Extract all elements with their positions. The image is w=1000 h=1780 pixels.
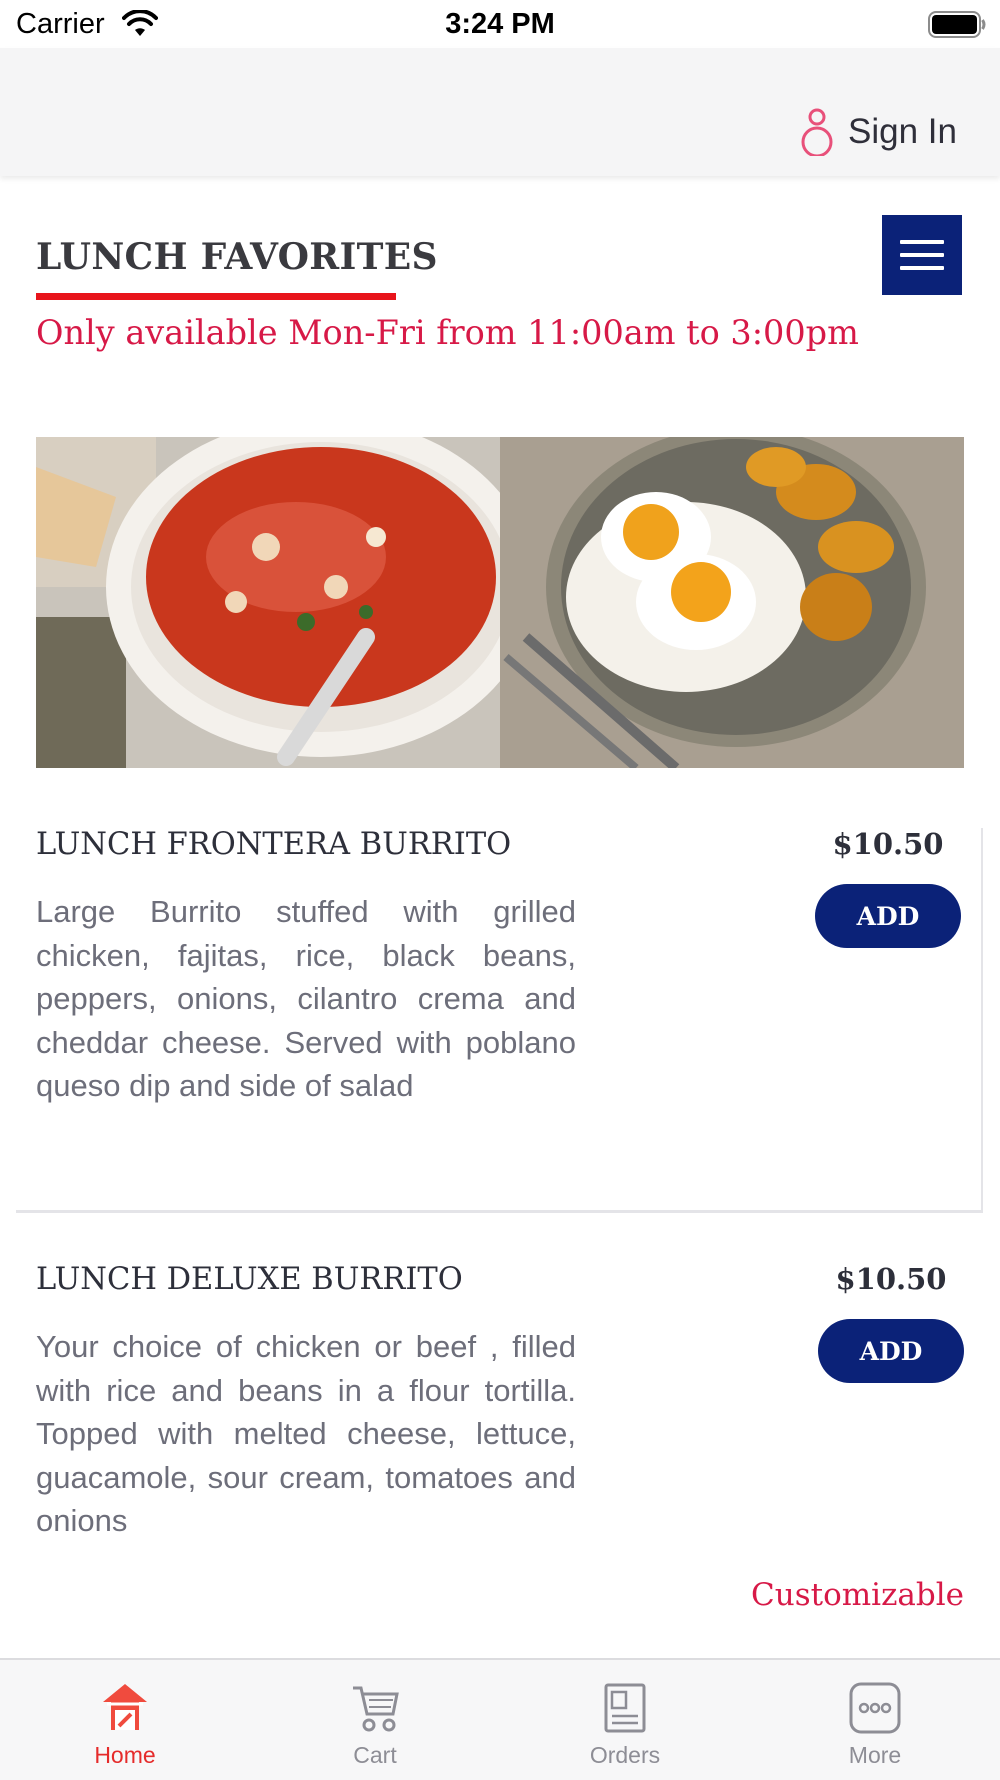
section-title: LUNCH FAVORITES bbox=[36, 236, 438, 278]
more-icon bbox=[849, 1682, 901, 1734]
item-price: $10.50 bbox=[835, 1262, 947, 1296]
availability-note: Only available Mon-Fri from 11:00am to 3… bbox=[36, 313, 859, 352]
tab-label: Home bbox=[94, 1742, 156, 1768]
item-card-border bbox=[981, 828, 983, 1210]
menu-button[interactable] bbox=[882, 215, 962, 295]
tab-label: Orders bbox=[589, 1742, 661, 1768]
add-button[interactable]: ADD bbox=[815, 884, 961, 948]
tab-bar: Home Cart Orders More bbox=[0, 1658, 1000, 1780]
tab-label: Cart bbox=[353, 1742, 397, 1768]
lunch-hero-image bbox=[36, 437, 964, 768]
item-price: $10.50 bbox=[832, 827, 944, 861]
tab-orders[interactable]: Orders bbox=[500, 1660, 750, 1780]
add-button[interactable]: ADD bbox=[818, 1319, 964, 1383]
user-icon bbox=[801, 108, 833, 156]
tab-more[interactable]: More bbox=[750, 1660, 1000, 1780]
cart-icon bbox=[353, 1686, 399, 1732]
sign-in-label: Sign In bbox=[848, 112, 957, 151]
item-description: Large Burrito stuffed with grilled chick… bbox=[36, 894, 576, 1103]
tab-cart[interactable]: Cart bbox=[250, 1660, 500, 1780]
customizable-link[interactable]: Customizable bbox=[751, 1577, 964, 1613]
title-underline bbox=[36, 293, 396, 300]
item-divider bbox=[16, 1210, 983, 1213]
sign-in-button[interactable]: Sign In bbox=[800, 106, 957, 158]
item-name: LUNCH FRONTERA BURRITO bbox=[36, 827, 512, 862]
item-description: Your choice of chicken or beef , filled … bbox=[36, 1329, 576, 1538]
hamburger-icon bbox=[900, 240, 944, 244]
status-time: 3:24 PM bbox=[445, 8, 555, 40]
item-name: LUNCH DELUXE BURRITO bbox=[36, 1262, 463, 1297]
orders-icon bbox=[604, 1683, 646, 1733]
tab-home[interactable]: Home bbox=[0, 1660, 250, 1780]
home-icon bbox=[103, 1684, 147, 1730]
tab-label: More bbox=[848, 1742, 902, 1768]
battery-icon bbox=[928, 11, 986, 38]
